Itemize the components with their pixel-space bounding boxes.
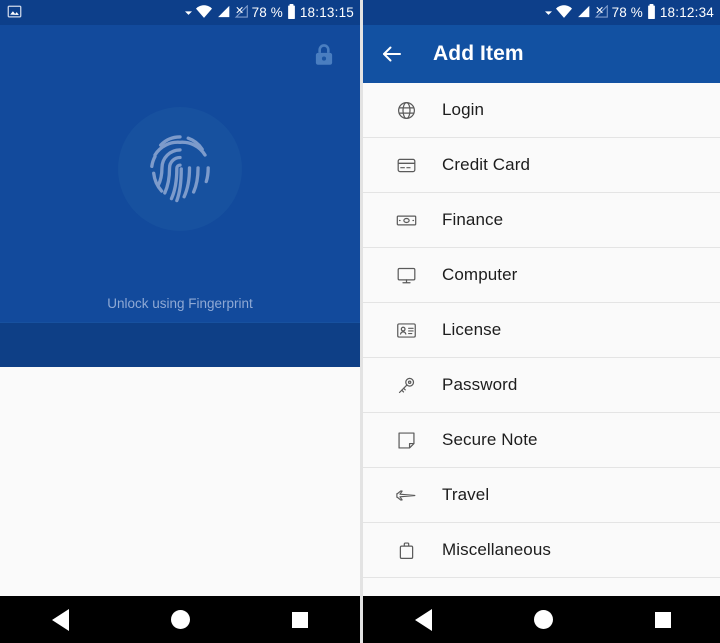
signal-icon [576,5,590,21]
battery-percent-label: 78 % [611,5,643,20]
right-phone-panel: 78 % 18:12:34 Add Item Login Credit Card… [360,0,720,643]
fingerprint-area[interactable] [0,107,360,231]
status-bar-notifications [7,4,185,22]
page-title: Add Item [433,42,524,65]
home-nav-button[interactable] [160,605,200,635]
list-item-credit-card[interactable]: Credit Card [363,138,720,193]
fingerprint-icon[interactable] [142,129,218,210]
lock-blank-area [0,367,360,592]
monitor-icon [394,263,418,287]
list-item-finance[interactable]: Finance [363,193,720,248]
globe-icon [394,98,418,122]
battery-icon [287,3,296,22]
list-item-label: Finance [442,210,504,229]
list-item-partial[interactable] [363,578,720,598]
no-sim-icon [234,4,248,21]
recents-square-icon [655,611,671,628]
back-nav-button[interactable] [403,605,443,635]
list-item-login[interactable]: Login [363,83,720,138]
home-circle-icon [533,610,553,629]
no-sim-icon [594,4,608,21]
arrow-left-icon[interactable] [379,41,405,67]
dropdown-caret-icon [544,5,552,20]
status-bar-clock: 18:12:34 [659,5,714,20]
briefcase-icon [394,538,418,562]
signal-icon [216,5,230,21]
note-icon [394,428,418,452]
list-item-travel[interactable]: Travel [363,468,720,523]
recents-nav-button[interactable] [643,605,683,635]
airplane-icon [394,483,418,507]
recents-square-icon [292,611,308,628]
image-icon [7,4,22,22]
banknote-icon [394,208,418,232]
status-bar-left: 78 % 18:13:15 [0,0,360,25]
credit-card-icon [394,153,418,177]
list-item-password[interactable]: Password [363,358,720,413]
left-phone-panel: 78 % 18:13:15 Unlock using Fingerprint [0,0,360,643]
key-icon [394,373,418,397]
home-circle-icon [170,610,190,629]
status-bar-right: 78 % 18:12:34 [363,0,720,25]
wifi-icon [555,4,572,21]
navigation-bar-left [0,596,360,643]
wifi-icon [195,4,212,21]
recents-nav-button[interactable] [280,605,320,635]
fingerprint-circle[interactable] [118,107,242,231]
list-item-label: Computer [442,265,518,284]
list-item-label: Login [442,100,485,119]
list-item-license[interactable]: License [363,303,720,358]
back-triangle-icon [51,608,69,631]
add-item-list: Login Credit Card Finance Computer Licen… [363,83,720,598]
list-item-label: Travel [442,485,490,504]
status-bar-indicators: 78 % 18:13:15 [184,3,354,22]
unlock-hint-text: Unlock using Fingerprint [107,296,253,311]
list-item-label: License [442,320,502,339]
list-item-label: Password [442,375,518,394]
back-triangle-icon [414,608,432,631]
status-bar-indicators-right: 78 % 18:12:34 [544,3,714,22]
back-nav-button[interactable] [40,605,80,635]
status-bar-clock: 18:13:15 [299,5,354,20]
list-item-miscellaneous[interactable]: Miscellaneous [363,523,720,578]
list-item-label: Credit Card [442,155,531,174]
lock-screen-hero: Unlock using Fingerprint [0,25,360,322]
navigation-bar-right [363,596,720,643]
battery-percent-label: 78 % [251,5,283,20]
dropdown-caret-icon [184,5,192,20]
list-item-label: Miscellaneous [442,540,552,559]
lock-bottom-band [0,322,360,367]
app-bar: Add Item [363,25,720,83]
list-item-computer[interactable]: Computer [363,248,720,303]
id-card-icon [394,318,418,342]
battery-icon [647,3,656,22]
lock-icon[interactable] [310,41,338,69]
list-item-label: Secure Note [442,430,538,449]
home-nav-button[interactable] [523,605,563,635]
dual-screenshot: 78 % 18:13:15 Unlock using Fingerprint 7… [0,0,720,643]
list-item-secure-note[interactable]: Secure Note [363,413,720,468]
